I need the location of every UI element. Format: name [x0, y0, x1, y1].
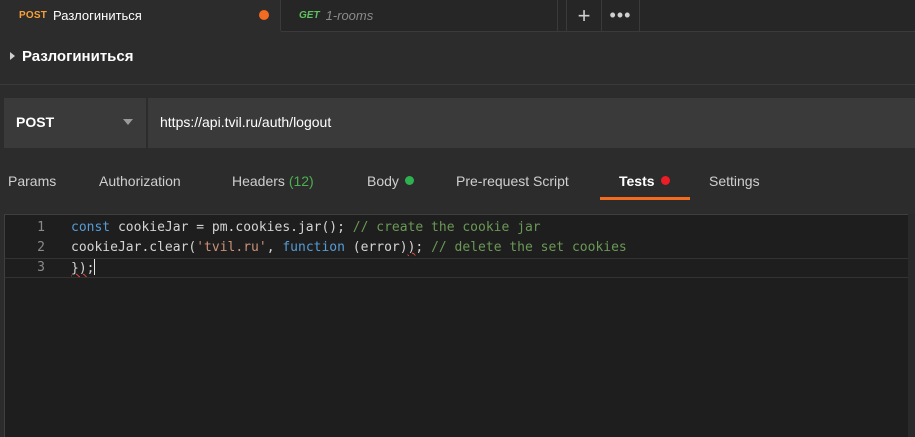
- url-value: https://api.tvil.ru/auth/logout: [160, 114, 332, 130]
- more-icon[interactable]: •••: [602, 0, 640, 31]
- code-token: cookieJar.clear(: [71, 240, 197, 255]
- request-tab-bar: POST Разлогиниться GET 1-rooms + •••: [0, 0, 915, 32]
- code-line[interactable]: 3});: [5, 258, 909, 278]
- tab-settings[interactable]: Settings: [709, 173, 760, 189]
- headers-count: (12): [288, 173, 314, 189]
- code-text: cookieJar.clear('tvil.ru', function (err…: [71, 238, 627, 258]
- tab-title: 1-rooms: [325, 8, 374, 23]
- tab-method-badge: POST: [19, 9, 48, 21]
- tab-title: Разлогиниться: [53, 7, 142, 23]
- code-text: const cookieJar = pm.cookies.jar(); // c…: [71, 218, 541, 238]
- chevron-down-icon: [123, 119, 133, 125]
- tab-pre-request-script[interactable]: Pre-request Script: [456, 173, 569, 189]
- method-select[interactable]: POST: [4, 98, 146, 148]
- tab-authorization[interactable]: Authorization: [99, 173, 181, 189]
- code-text: });: [71, 259, 96, 278]
- code-token: }): [71, 261, 87, 276]
- code-token: 'tvil.ru': [196, 240, 267, 255]
- code-line[interactable]: 1 const cookieJar = pm.cookies.jar(); // …: [5, 218, 909, 238]
- method-value: POST: [16, 114, 55, 130]
- tab-body[interactable]: Body: [367, 173, 414, 189]
- url-input[interactable]: https://api.tvil.ru/auth/logout: [148, 98, 915, 148]
- unsaved-changes-dot: [259, 10, 269, 20]
- expand-caret-icon[interactable]: [10, 52, 15, 60]
- tab-method-badge: GET: [299, 10, 320, 21]
- tab-headers[interactable]: Headers (12): [232, 173, 314, 189]
- text-cursor: [94, 259, 96, 275]
- tests-code-editor[interactable]: 1 const cookieJar = pm.cookies.jar(); // …: [4, 214, 915, 437]
- code-token: function: [282, 240, 345, 255]
- request-tab-logout[interactable]: POST Разлогиниться: [0, 0, 281, 32]
- tab-params[interactable]: Params: [8, 173, 56, 189]
- request-section-tabs: Params Authorization Headers (12) Body P…: [0, 160, 915, 202]
- code-token: // delete the set cookies: [431, 240, 627, 255]
- code-token: ;: [86, 261, 95, 276]
- code-token: ,: [266, 240, 283, 255]
- code-token: // create the cookie jar: [352, 220, 541, 235]
- code-token: ;: [415, 240, 432, 255]
- request-tab-rooms[interactable]: GET 1-rooms: [282, 0, 558, 31]
- active-tab-indicator: [600, 197, 690, 200]
- plus-icon[interactable]: +: [566, 0, 602, 31]
- code-token: (error): [344, 240, 408, 255]
- code-token: const: [71, 220, 111, 235]
- line-number: 1: [37, 220, 45, 235]
- editor-scrollbar[interactable]: [908, 214, 915, 437]
- line-number: 2: [37, 240, 45, 255]
- request-title-bar: [0, 32, 915, 85]
- body-status-dot: [404, 176, 414, 185]
- tab-tests[interactable]: Tests: [619, 173, 670, 189]
- line-number: 3: [37, 260, 45, 275]
- code-token: cookieJar = pm.cookies.jar();: [110, 220, 353, 235]
- request-name[interactable]: Разлогиниться: [22, 48, 134, 65]
- tests-status-dot: [660, 176, 670, 185]
- code-line[interactable]: 2 cookieJar.clear('tvil.ru', function (er…: [5, 238, 909, 258]
